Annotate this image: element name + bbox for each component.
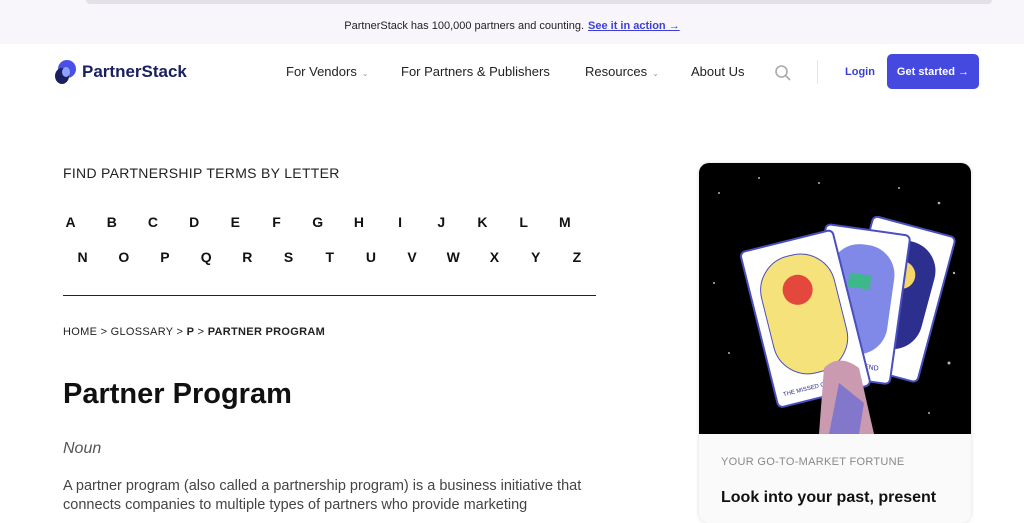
breadcrumb-current: PARTNER PROGRAM [207,326,326,338]
page-title: Partner Program [63,378,292,410]
letter-link[interactable]: S [268,249,309,265]
nav-about-us[interactable]: About Us [691,64,744,79]
breadcrumb-home[interactable]: HOME [63,326,97,338]
letter-link[interactable]: W [433,249,474,265]
promo-title: Look into your past, present [721,489,937,506]
glossary-heading: FIND PARTNERSHIP TERMS BY LETTER [63,165,340,181]
search-icon[interactable] [774,64,792,82]
letter-row-2: NOPQRSTUVWXYZ [62,249,597,265]
letter-link[interactable]: K [462,214,503,230]
letter-link[interactable]: M [544,214,585,230]
letter-link[interactable]: P [144,249,185,265]
see-it-in-action-link[interactable]: See it in action → [588,20,680,32]
brand-name: PartnerStack [82,62,187,81]
letter-link[interactable]: C [132,214,173,230]
definition-text: A partner program (also called a partner… [63,478,582,513]
letter-link[interactable]: F [256,214,297,230]
promo-eyebrow: YOUR GO-TO-MARKET FORTUNE [721,456,905,468]
letter-link[interactable]: Y [515,249,556,265]
nav-label: About Us [691,64,745,79]
nav-for-vendors[interactable]: For Vendors ⌄ [286,64,369,79]
announcement-text: PartnerStack has 100,000 partners and co… [344,20,585,32]
letter-link[interactable]: Q [186,249,227,265]
letter-link[interactable]: H [338,214,379,230]
letter-link[interactable]: R [227,249,268,265]
nav-resources[interactable]: Resources ⌄ [585,64,659,79]
chevron-down-icon: ⌄ [652,69,659,78]
letter-link[interactable]: X [474,249,515,265]
separator: > [176,326,184,338]
nav-label: For Partners & Publishers [401,64,550,79]
letter-link[interactable]: L [503,214,544,230]
letter-link[interactable]: V [392,249,433,265]
letter-link[interactable]: A [50,214,91,230]
announcement-bar: PartnerStack has 100,000 partners and co… [0,0,1024,44]
nav-for-partners[interactable]: For Partners & Publishers [401,64,550,79]
nav-label: Resources [585,64,648,79]
letter-link[interactable]: N [62,249,103,265]
letter-link[interactable]: G [297,214,338,230]
separator: > [100,326,108,338]
partnerstack-logo[interactable]: PartnerStack [54,59,187,85]
logo-icon [55,60,76,84]
letter-link[interactable]: T [309,249,350,265]
breadcrumb-glossary[interactable]: GLOSSARY [111,326,174,338]
letter-row-1: ABCDEFGHIJKLM [50,214,585,230]
divider [63,295,596,296]
letter-link[interactable]: J [421,214,462,230]
letter-link[interactable]: Z [556,249,597,265]
part-of-speech: Noun [63,440,102,457]
letter-link[interactable]: O [103,249,144,265]
separator: > [197,326,205,338]
letter-link[interactable]: E [215,214,256,230]
browser-strip [86,0,992,4]
nav-label: For Vendors [286,64,357,79]
nav-divider [817,60,818,84]
tarot-cards-illustration: SPEND THE MISSED CONNECTION [699,163,971,434]
chevron-down-icon: ⌄ [361,69,369,78]
login-link[interactable]: Login [845,66,875,78]
letter-link[interactable]: U [350,249,391,265]
letter-link[interactable]: I [380,214,421,230]
letter-link[interactable]: B [91,214,132,230]
breadcrumb: HOME > GLOSSARY > P > PARTNER PROGRAM [63,326,325,338]
get-started-button[interactable]: Get started → [887,54,979,89]
promo-card[interactable]: SPEND THE MISSED CONNECTION YOUR GO-TO-M… [699,163,971,523]
letter-link[interactable]: D [174,214,215,230]
breadcrumb-letter[interactable]: P [187,326,195,338]
